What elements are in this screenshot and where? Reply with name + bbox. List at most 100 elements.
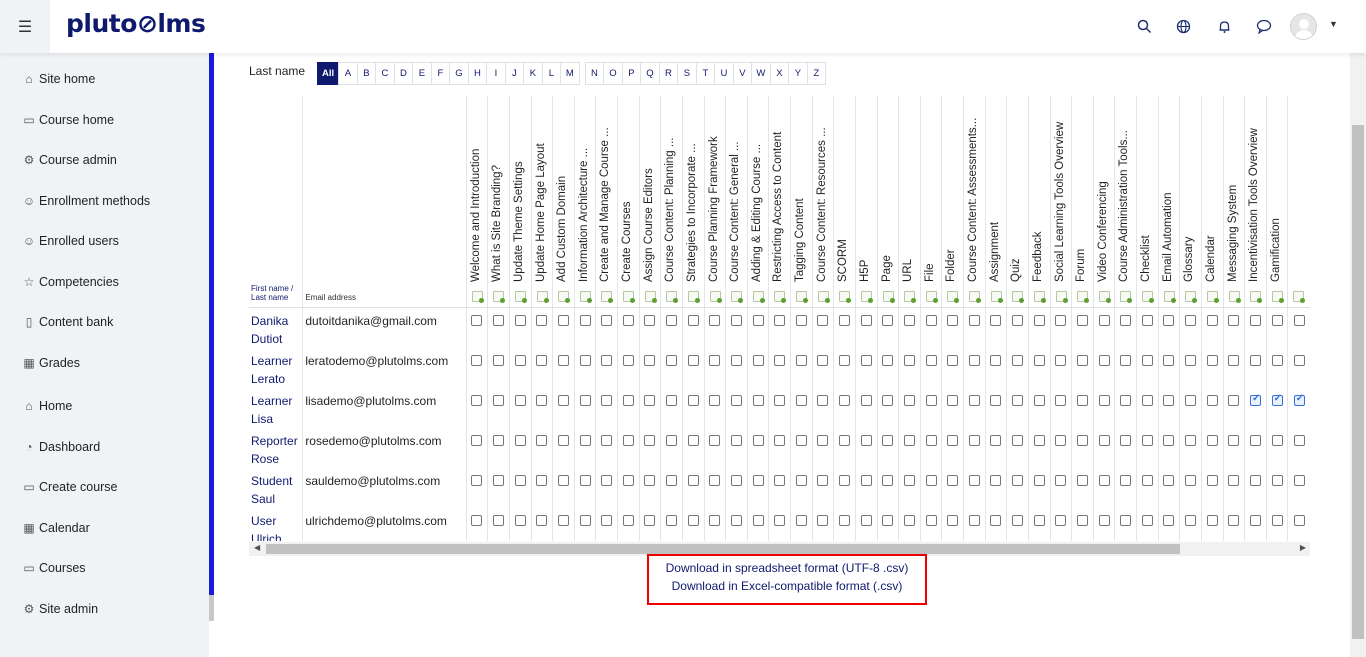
activity-link[interactable]: Course Content: General ... xyxy=(729,102,741,282)
completion-checkbox[interactable] xyxy=(1228,514,1240,526)
completion-checkbox[interactable] xyxy=(514,514,526,526)
sidebar-item-course-home[interactable]: ▭ Course home xyxy=(22,113,114,127)
download-excel-link[interactable]: Download in Excel-compatible format (.cs… xyxy=(649,579,925,593)
email-column-header[interactable]: Email address xyxy=(302,96,467,308)
completion-checkbox[interactable] xyxy=(644,354,656,366)
sidebar-item-content-bank[interactable]: ▯ Content bank xyxy=(22,315,114,329)
completion-checkbox[interactable] xyxy=(730,514,742,526)
completion-checkbox[interactable] xyxy=(795,354,807,366)
letter-filter-i[interactable]: I xyxy=(486,62,506,85)
completion-checkbox[interactable] xyxy=(1055,514,1067,526)
letter-filter-b[interactable]: B xyxy=(356,62,377,85)
completion-checkbox[interactable] xyxy=(882,354,894,366)
letter-filter-q[interactable]: Q xyxy=(640,62,660,85)
completion-checkbox[interactable] xyxy=(622,394,634,406)
activity-link[interactable]: Feedback xyxy=(1032,102,1044,282)
completion-checkbox[interactable] xyxy=(536,434,548,446)
completion-checkbox[interactable] xyxy=(795,474,807,486)
completion-checkbox[interactable] xyxy=(860,434,872,446)
completion-checkbox[interactable] xyxy=(1055,314,1067,326)
completion-checkbox[interactable] xyxy=(860,514,872,526)
completion-checkbox[interactable] xyxy=(493,514,505,526)
completion-checkbox[interactable] xyxy=(1120,474,1132,486)
letter-filter-l[interactable]: L xyxy=(541,62,562,85)
completion-checkbox[interactable] xyxy=(1141,434,1153,446)
completion-checkbox[interactable] xyxy=(1206,354,1218,366)
completion-checkbox[interactable] xyxy=(557,394,569,406)
completion-checkbox[interactable] xyxy=(774,394,786,406)
completion-checkbox[interactable] xyxy=(968,314,980,326)
completion-checkbox[interactable] xyxy=(622,434,634,446)
completion-checkbox[interactable] xyxy=(687,514,699,526)
completion-checkbox[interactable] xyxy=(903,314,915,326)
completion-checkbox[interactable] xyxy=(752,394,764,406)
letter-filter-n[interactable]: N xyxy=(584,62,605,85)
letter-filter-s[interactable]: S xyxy=(677,62,697,85)
completion-checkbox[interactable] xyxy=(536,514,548,526)
completion-checkbox[interactable] xyxy=(644,314,656,326)
letter-filter-w[interactable]: W xyxy=(751,62,771,85)
completion-checkbox[interactable] xyxy=(1012,394,1024,406)
completion-checkbox[interactable] xyxy=(1271,514,1283,526)
sidebar-item-grades[interactable]: ▦ Grades xyxy=(22,356,80,370)
completion-checkbox[interactable] xyxy=(1141,354,1153,366)
completion-checkbox[interactable] xyxy=(601,514,613,526)
completion-checkbox[interactable] xyxy=(471,434,483,446)
completion-checkbox[interactable] xyxy=(1249,474,1261,486)
completion-checkbox[interactable] xyxy=(709,514,721,526)
activity-link[interactable]: Update Theme Settings xyxy=(513,102,525,282)
completion-checkbox[interactable] xyxy=(925,474,937,486)
letter-filter-p[interactable]: P xyxy=(621,62,642,85)
activity-link[interactable]: Restricting Access to Content xyxy=(772,102,784,281)
sidebar-item-enrollment-methods[interactable]: ☺ Enrollment methods xyxy=(22,194,150,208)
completion-checkbox[interactable] xyxy=(1163,314,1175,326)
completion-checkbox[interactable] xyxy=(493,434,505,446)
completion-checkbox[interactable] xyxy=(1228,314,1240,326)
completion-checkbox[interactable] xyxy=(1271,314,1283,326)
completion-checkbox[interactable] xyxy=(990,314,1002,326)
completion-checkbox[interactable] xyxy=(1141,474,1153,486)
completion-checkbox[interactable] xyxy=(1076,354,1088,366)
user-first-name-link[interactable]: User xyxy=(251,512,302,530)
completion-checkbox[interactable] xyxy=(752,354,764,366)
completion-checkbox[interactable] xyxy=(709,394,721,406)
completion-checkbox[interactable] xyxy=(557,474,569,486)
completion-checkbox[interactable] xyxy=(839,434,851,446)
letter-filter-m[interactable]: M xyxy=(560,62,580,85)
activity-link[interactable]: URL xyxy=(902,102,914,281)
completion-checkbox[interactable] xyxy=(1228,354,1240,366)
completion-checkbox[interactable] xyxy=(579,514,591,526)
completion-checkbox[interactable] xyxy=(1228,434,1240,446)
completion-checkbox[interactable] xyxy=(968,474,980,486)
completion-checkbox[interactable] xyxy=(1076,434,1088,446)
search-icon[interactable] xyxy=(1133,15,1155,37)
completion-checkbox[interactable] xyxy=(903,434,915,446)
completion-checkbox[interactable] xyxy=(1120,434,1132,446)
completion-checkbox[interactable] xyxy=(1163,514,1175,526)
completion-checkbox[interactable] xyxy=(1033,434,1045,446)
activity-link[interactable]: H5P xyxy=(859,102,871,281)
completion-checkbox[interactable] xyxy=(882,394,894,406)
completion-checkbox[interactable] xyxy=(1206,314,1218,326)
completion-checkbox[interactable] xyxy=(622,474,634,486)
user-last-name-link[interactable]: Rose xyxy=(251,450,302,468)
completion-checkbox[interactable] xyxy=(1033,354,1045,366)
completion-checkbox[interactable] xyxy=(795,434,807,446)
completion-checkbox[interactable] xyxy=(1120,514,1132,526)
completion-checkbox[interactable] xyxy=(990,514,1002,526)
completion-table-wrapper[interactable]: First name / Last name Email address Wel… xyxy=(249,96,1310,541)
completion-checkbox[interactable] xyxy=(752,474,764,486)
letter-filter-z[interactable]: Z xyxy=(806,62,827,85)
completion-checkbox[interactable] xyxy=(1120,394,1132,406)
activity-link[interactable]: Add Custom Domain xyxy=(556,102,568,281)
sidebar-item-courses[interactable]: ▭ Courses xyxy=(22,561,85,575)
completion-checkbox[interactable] xyxy=(968,514,980,526)
completion-checkbox[interactable] xyxy=(493,474,505,486)
activity-link[interactable]: Information Architecture ... xyxy=(578,102,590,281)
activity-link[interactable]: Course Content: Planning ... xyxy=(664,102,676,281)
completion-checkbox[interactable] xyxy=(536,474,548,486)
completion-checkbox[interactable] xyxy=(903,354,915,366)
completion-checkbox[interactable] xyxy=(471,314,483,326)
completion-checkbox[interactable] xyxy=(1249,314,1261,326)
completion-checkbox[interactable] xyxy=(882,514,894,526)
